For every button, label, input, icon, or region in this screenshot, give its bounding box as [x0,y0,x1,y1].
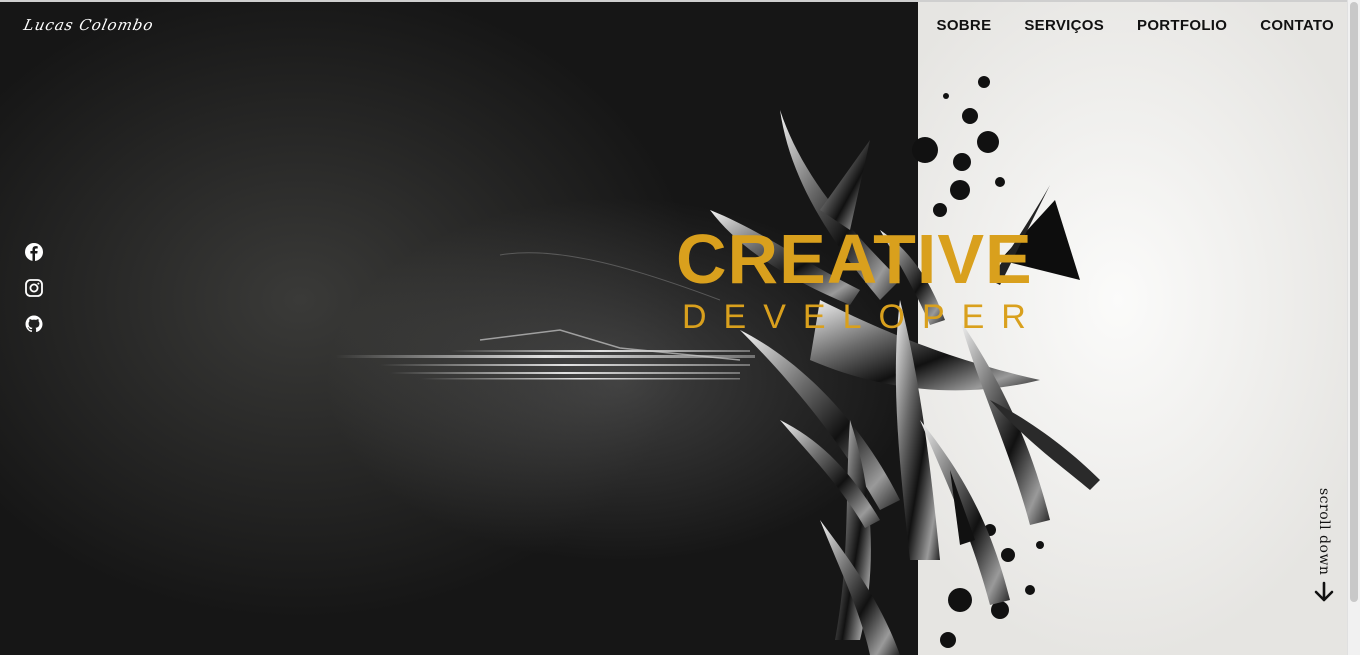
scroll-down-label: scroll down [1316,488,1332,576]
scroll-down-link[interactable]: scroll down [1312,488,1336,603]
nav-item-contato[interactable]: CONTATO [1260,17,1334,34]
nav-item-servicos[interactable]: SERVIÇOS [1024,17,1104,34]
brand-logo[interactable]: Lucas Colombo [22,16,155,34]
window-top-border [0,0,1360,2]
hero-title-block: CREATIVE DEVELOPER [676,224,1043,337]
hero-title: CREATIVE [676,220,1033,298]
main-nav: SOBRE SERVIÇOS PORTFOLIO CONTATO [937,17,1334,34]
instagram-icon[interactable] [24,278,44,298]
page-scrollbar[interactable] [1347,0,1360,655]
arrow-down-icon [1314,582,1334,602]
facebook-icon[interactable] [24,242,44,262]
scrollbar-thumb[interactable] [1350,2,1358,602]
nav-item-sobre[interactable]: SOBRE [937,17,992,34]
social-links [24,242,44,334]
hero-subtitle: DEVELOPER [682,298,1043,336]
github-icon[interactable] [24,314,44,334]
nav-item-portfolio[interactable]: PORTFOLIO [1137,17,1227,34]
hero-section: Lucas Colombo SOBRE SERVIÇOS PORTFOLIO C… [0,0,1360,655]
